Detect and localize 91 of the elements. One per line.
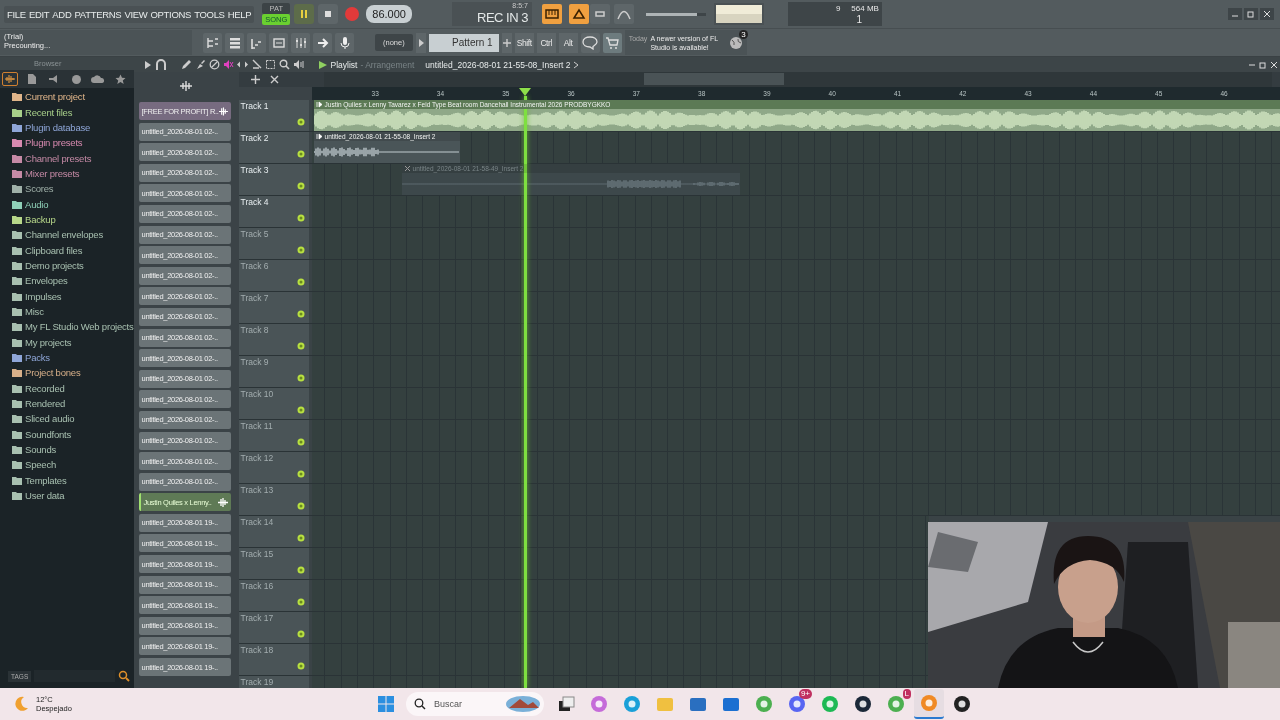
modifier-key[interactable]: Alt (558, 32, 578, 53)
track-name: Track 12 (240, 453, 274, 463)
menu-item[interactable]: FILE (7, 8, 26, 20)
browser-item[interactable]: Recorded (12, 380, 134, 396)
track-name: Track 17 (240, 613, 274, 623)
track-header[interactable]: Track 17 (238, 612, 309, 643)
track-name: Track 14 (240, 517, 274, 527)
track-name: Track 2 (240, 133, 269, 143)
browser-item[interactable]: Scores (12, 181, 134, 197)
track-name: Track 15 (240, 549, 274, 559)
cpu-reading: 9 (835, 4, 841, 13)
browser-item[interactable]: Sounds (12, 441, 134, 458)
browser-item[interactable]: Channel presets (12, 150, 134, 166)
app-badge: 9+ (798, 689, 812, 699)
browser-item[interactable]: Recent files (12, 104, 134, 120)
track-name: Track 6 (240, 261, 269, 271)
modifier-key[interactable]: Shift (514, 32, 534, 53)
track-header[interactable]: Track 7 (238, 292, 309, 323)
track-name: Track 3 (240, 165, 269, 175)
track-header[interactable]: Track 4 (238, 196, 309, 227)
track-header[interactable]: Track 14 (238, 516, 309, 547)
menu-item[interactable]: HELP (227, 8, 252, 20)
track-header[interactable]: Track 8 (238, 324, 309, 355)
browser-item[interactable]: Templates (12, 472, 134, 488)
track-name: Track 9 (240, 357, 269, 367)
browser-item[interactable]: Channel envelopes (12, 227, 134, 243)
track-header[interactable]: Track 18 (238, 644, 309, 675)
taskbar-app[interactable]: 9+ (782, 689, 812, 719)
browser-item[interactable]: Soundfonts (12, 426, 134, 442)
track-name: Track 8 (240, 325, 269, 335)
menu-item[interactable]: ADD (52, 8, 72, 20)
track-name: Track 10 (240, 389, 274, 399)
playlist-title: Playlist (330, 59, 358, 70)
pattern-name[interactable]: untitled_2026-08-01 21-55-08_Insert 2 (425, 59, 571, 70)
menu-item[interactable]: PATTERNS (74, 8, 122, 20)
browser-item[interactable]: Clipboard files (12, 242, 134, 258)
browser-item[interactable]: Project bones (12, 365, 134, 381)
browser-item[interactable]: Misc (12, 303, 134, 320)
notification-badge: 3 (739, 29, 748, 39)
search-field[interactable]: Buscar (406, 692, 544, 716)
browser-item[interactable]: Sliced audio (12, 411, 134, 427)
modifier-key[interactable]: Ctrl (536, 32, 556, 53)
countdown-text: REC IN 3 (477, 10, 528, 25)
polyphony-reading: 1 (856, 14, 862, 25)
track-header[interactable]: Track 10 (238, 388, 309, 419)
track-name: Track 1 (240, 101, 269, 111)
browser-item[interactable]: Envelopes (12, 273, 134, 289)
browser-item[interactable]: Mixer presets (12, 165, 134, 182)
search-input[interactable]: Buscar (432, 698, 500, 710)
track-header[interactable]: Track 5 (238, 228, 309, 259)
track-header[interactable]: Track 13 (238, 484, 309, 515)
taskbar-app[interactable]: L (881, 689, 911, 719)
track-header[interactable]: Track 9 (238, 356, 309, 387)
track-name: Track 11 (240, 421, 273, 431)
track-header[interactable]: Track 15 (238, 548, 309, 579)
browser-item[interactable]: Packs (12, 349, 134, 366)
track-name: Track 13 (240, 485, 274, 495)
track-header[interactable]: Track 2 (238, 132, 309, 163)
track-header[interactable]: Track 6 (238, 260, 309, 291)
browser-item[interactable]: Rendered (12, 395, 134, 412)
track-header[interactable]: Track 1 (238, 100, 309, 131)
tempo-display[interactable]: 86.000 (366, 5, 412, 23)
menu-item[interactable]: VIEW (124, 8, 148, 20)
track-header[interactable]: Track 19 (238, 676, 309, 688)
track-name: Track 7 (240, 293, 269, 303)
track-name: Track 4 (240, 197, 269, 207)
app-badge: L (902, 689, 911, 699)
pattern-selector[interactable]: Pattern 1 (428, 33, 499, 52)
menu-item[interactable]: TOOLS (194, 8, 225, 20)
menu-item[interactable]: OPTIONS (150, 8, 192, 20)
track-name: Track 19 (240, 677, 274, 687)
browser-item[interactable]: Plugin presets (12, 135, 134, 151)
browser-item[interactable]: Current project (12, 89, 134, 105)
track-name: Track 18 (240, 645, 274, 655)
browser-item[interactable]: Audio (12, 196, 134, 212)
browser-item[interactable]: My projects (12, 334, 134, 350)
browser-item[interactable]: Demo projects (12, 257, 134, 274)
browser-item[interactable]: Speech (12, 457, 134, 473)
track-header[interactable]: Track 3 (238, 164, 309, 195)
track-header[interactable]: Track 12 (238, 452, 309, 483)
track-header[interactable]: Track 11 (238, 420, 309, 451)
browser-item[interactable]: Impulses (12, 288, 134, 304)
track-name: Track 5 (240, 229, 269, 239)
track-header[interactable]: Track 16 (238, 580, 309, 611)
browser-item[interactable]: User data (12, 487, 134, 504)
track-name: Track 16 (240, 581, 274, 591)
browser-item[interactable]: Plugin database (12, 119, 134, 136)
browser-item[interactable]: Backup (12, 211, 134, 228)
menu-item[interactable]: EDIT (28, 8, 50, 20)
memory-reading: 564 MB (851, 4, 879, 13)
browser-item[interactable]: My FL Studio Web projects (12, 319, 134, 335)
